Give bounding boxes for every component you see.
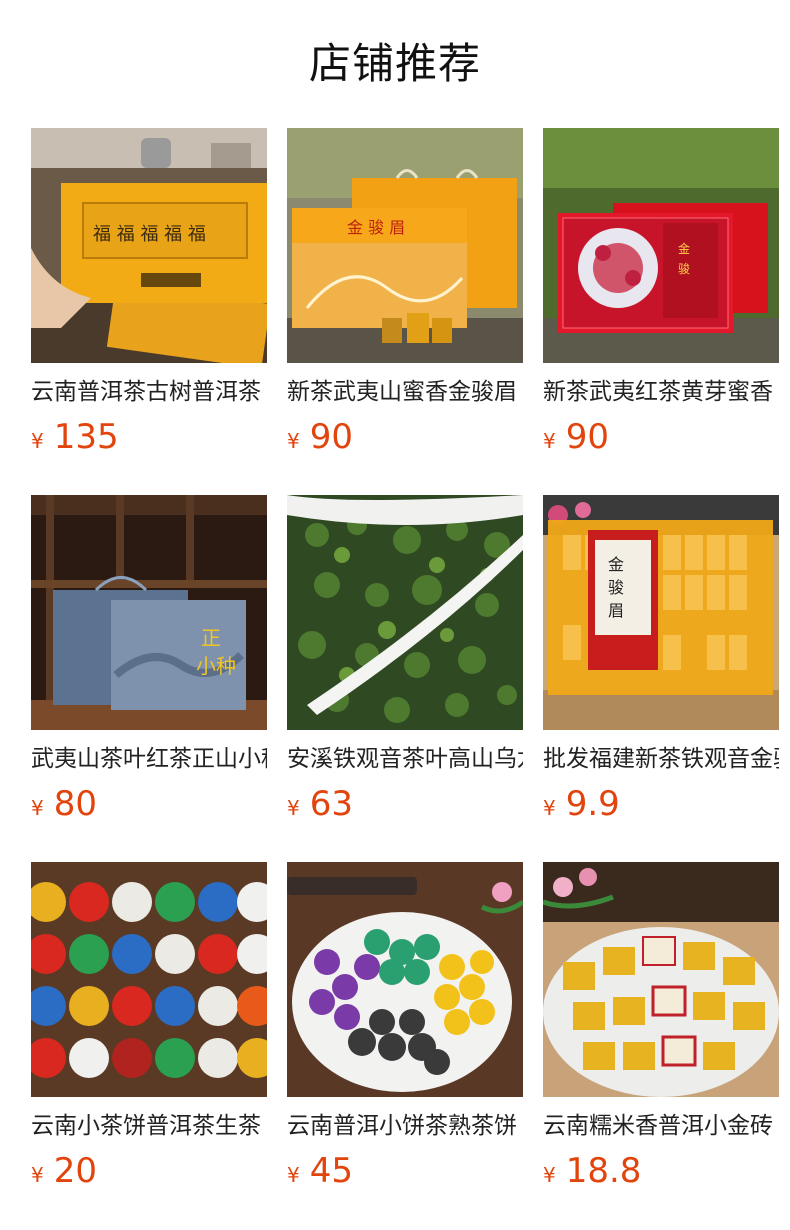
currency-symbol: ¥ — [543, 429, 556, 453]
product-image[interactable] — [31, 862, 267, 1097]
product-image[interactable]: 金 骏 眉 — [287, 128, 523, 363]
product-name[interactable]: 新茶武夷山蜜香金骏眉 — [287, 377, 523, 407]
product-grid: 福 福 福 福 福 云南普洱茶古树普洱茶 ¥ 135 金 骏 眉 新茶武夷山蜜香… — [31, 128, 779, 1229]
product-image[interactable]: 金 骏 — [543, 128, 779, 363]
price-value: 90 — [309, 417, 353, 457]
price-value: 45 — [309, 1151, 353, 1191]
product-name[interactable]: 云南普洱茶古树普洱茶 — [31, 377, 267, 407]
product-price: ¥ 18.8 — [543, 1151, 779, 1191]
page-title: 店铺推荐 — [308, 39, 481, 88]
product-image[interactable]: 福 福 福 福 福 — [31, 128, 267, 363]
price-value: 80 — [53, 784, 97, 824]
currency-symbol: ¥ — [31, 1163, 44, 1187]
price-value: 20 — [53, 1151, 97, 1191]
currency-symbol: ¥ — [287, 1163, 300, 1187]
product-card[interactable]: 云南糯米香普洱小金砖 ¥ 18.8 — [543, 862, 779, 1229]
product-image[interactable]: 金 骏 眉 — [543, 495, 779, 730]
svg-text:正: 正 — [201, 626, 221, 650]
product-card[interactable]: 安溪铁观音茶叶高山乌龙 ¥ 63 — [287, 495, 523, 862]
product-price: ¥ 135 — [31, 417, 267, 457]
svg-text:金: 金 — [678, 241, 690, 256]
gold-wrapped-tea-bricks-photo — [543, 862, 779, 1097]
product-price: ¥ 80 — [31, 784, 267, 824]
product-name[interactable]: 云南普洱小饼茶熟茶饼 — [287, 1111, 523, 1141]
price-value: 63 — [309, 784, 353, 824]
product-image[interactable]: 正 小种 — [31, 495, 267, 730]
price-value: 90 — [565, 417, 609, 457]
price-value: 9.9 — [565, 784, 620, 824]
product-price: ¥ 9.9 — [543, 784, 779, 824]
product-name[interactable]: 云南糯米香普洱小金砖 — [543, 1111, 779, 1141]
product-price: ¥ 63 — [287, 784, 523, 824]
price-value: 18.8 — [565, 1151, 642, 1191]
product-image[interactable] — [287, 495, 523, 730]
currency-symbol: ¥ — [287, 796, 300, 820]
product-price: ¥ 45 — [287, 1151, 523, 1191]
colorful-tea-cakes-plate-photo — [287, 862, 523, 1097]
svg-text:骏: 骏 — [678, 262, 690, 276]
product-name[interactable]: 批发福建新茶铁观音金骏眉 — [543, 744, 779, 774]
product-card[interactable]: 金 骏 眉 新茶武夷山蜜香金骏眉 ¥ 90 — [287, 128, 523, 495]
product-image[interactable] — [543, 862, 779, 1097]
svg-text:骏: 骏 — [608, 578, 624, 597]
svg-text:金: 金 — [608, 555, 624, 574]
product-name[interactable]: 云南小茶饼普洱茶生茶 — [31, 1111, 267, 1141]
price-value: 135 — [53, 417, 119, 457]
gold-tea-gift-box-photo: 福 福 福 福 福 — [31, 128, 267, 363]
svg-text:小种: 小种 — [196, 654, 236, 678]
product-card[interactable]: 正 小种 武夷山茶叶红茶正山小种 ¥ 80 — [31, 495, 267, 862]
product-card[interactable]: 金 骏 眉 批发福建新茶铁观音金骏眉 ¥ 9.9 — [543, 495, 779, 862]
product-card[interactable]: 福 福 福 福 福 云南普洱茶古树普洱茶 ¥ 135 — [31, 128, 267, 495]
product-price: ¥ 20 — [31, 1151, 267, 1191]
svg-text:金 骏 眉: 金 骏 眉 — [347, 218, 405, 237]
product-price: ¥ 90 — [543, 417, 779, 457]
svg-text:眉: 眉 — [608, 601, 624, 620]
product-name[interactable]: 新茶武夷红茶黄芽蜜香 — [543, 377, 779, 407]
product-image[interactable] — [287, 862, 523, 1097]
currency-symbol: ¥ — [543, 796, 556, 820]
currency-symbol: ¥ — [543, 1163, 556, 1187]
product-name[interactable]: 武夷山茶叶红茶正山小种 — [31, 744, 267, 774]
svg-text:福 福 福 福 福: 福 福 福 福 福 — [93, 224, 206, 245]
orange-tea-gift-set-photo: 金 骏 眉 — [287, 128, 523, 363]
currency-symbol: ¥ — [31, 429, 44, 453]
product-card[interactable]: 云南普洱小饼茶熟茶饼 ¥ 45 — [287, 862, 523, 1229]
currency-symbol: ¥ — [31, 796, 44, 820]
red-floral-tea-box-photo: 金 骏 — [543, 128, 779, 363]
product-card[interactable]: 云南小茶饼普洱茶生茶 ¥ 20 — [31, 862, 267, 1229]
blue-tea-gift-box-photo: 正 小种 — [31, 495, 267, 730]
product-card[interactable]: 金 骏 新茶武夷红茶黄芽蜜香 ¥ 90 — [543, 128, 779, 495]
product-name[interactable]: 安溪铁观音茶叶高山乌龙 — [287, 744, 523, 774]
currency-symbol: ¥ — [287, 429, 300, 453]
loose-oolong-leaves-photo — [287, 495, 523, 730]
small-tea-packets-box-photo: 金 骏 眉 — [543, 495, 779, 730]
product-price: ¥ 90 — [287, 417, 523, 457]
mini-tea-cakes-photo — [31, 862, 267, 1097]
